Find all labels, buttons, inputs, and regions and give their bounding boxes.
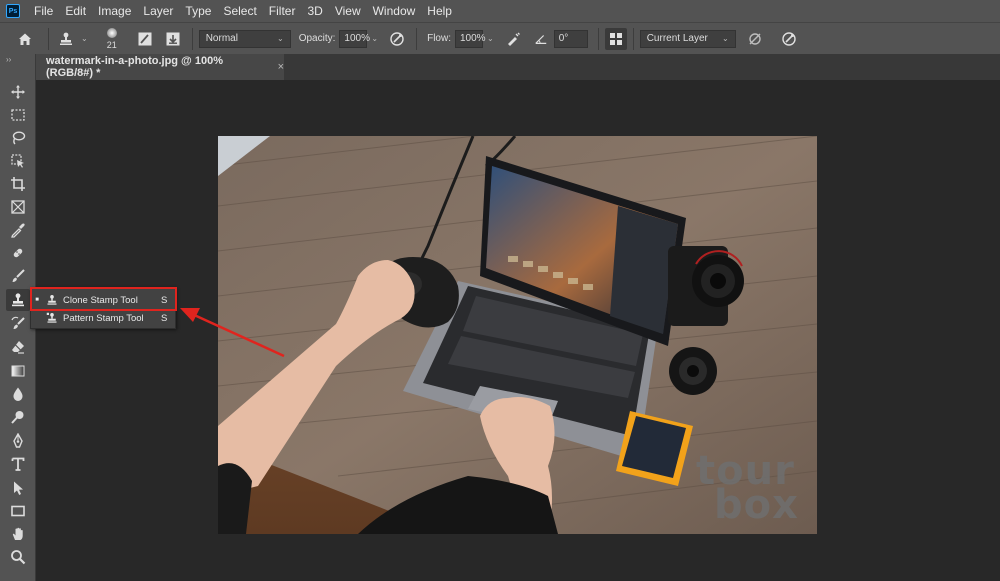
flyout-item-pattern-stamp[interactable]: Pattern Stamp Tool S (31, 309, 175, 327)
flyout-item-clone-stamp[interactable]: ■ Clone Stamp Tool S (31, 291, 175, 309)
close-icon[interactable]: × (278, 61, 284, 73)
menu-layer[interactable]: Layer (137, 0, 179, 22)
rectangle-tool-icon[interactable] (6, 500, 30, 522)
pen-tool-icon[interactable] (6, 430, 30, 452)
sample-dropdown[interactable]: Current Layer ⌄ (639, 29, 736, 48)
sample-value: Current Layer (646, 33, 708, 44)
menu-filter[interactable]: Filter (263, 0, 302, 22)
stamp-tool-flyout: ■ Clone Stamp Tool S Pattern Stamp Tool … (30, 287, 176, 329)
hand-tool-icon[interactable] (6, 523, 30, 545)
angle-icon (530, 28, 552, 50)
menu-3d[interactable]: 3D (301, 0, 328, 22)
object-selection-tool-icon[interactable] (6, 150, 30, 172)
separator (191, 27, 193, 50)
options-bar: ⌄ 21 Normal ⌄ Opacity: 100% ⌄ Flow: 100%… (0, 22, 1000, 54)
menu-file[interactable]: File (28, 0, 59, 22)
menu-bar: Ps File Edit Image Layer Type Select Fil… (0, 0, 1000, 22)
flyout-item-label: Pattern Stamp Tool (63, 312, 144, 324)
menu-view[interactable]: View (329, 0, 367, 22)
photoshop-logo-icon: Ps (6, 4, 20, 18)
document-tab-title: watermark-in-a-photo.jpg @ 100% (RGB/8#)… (46, 55, 223, 79)
blend-mode-value: Normal (205, 33, 238, 44)
separator (416, 27, 418, 50)
path-selection-tool-icon[interactable] (6, 477, 30, 499)
chevron-down-icon: ⌄ (277, 34, 284, 43)
eyedropper-tool-icon[interactable] (6, 219, 30, 241)
opacity-chevron-icon[interactable]: ⌄ (371, 34, 378, 43)
angle-input[interactable]: 0° (553, 29, 588, 48)
ignore-adjustment-layers-icon[interactable] (744, 28, 766, 50)
menu-image[interactable]: Image (92, 0, 137, 22)
watermark-text: tour box (696, 451, 799, 525)
document-canvas[interactable]: tour box (218, 136, 817, 534)
opacity-input[interactable]: 100% (339, 29, 370, 48)
pressure-opacity-icon[interactable] (386, 28, 408, 50)
shortcut-key: S (161, 312, 168, 324)
eraser-tool-icon[interactable] (6, 336, 30, 358)
chevron-down-icon[interactable]: ⌄ (81, 34, 88, 43)
brush-size-value: 21 (106, 39, 117, 50)
zoom-tool-icon[interactable] (6, 546, 30, 568)
lasso-tool-icon[interactable] (6, 127, 30, 149)
shortcut-key: S (161, 294, 168, 306)
separator (597, 27, 599, 50)
collapse-panel-icon[interactable]: ›› (0, 54, 35, 66)
chevron-down-icon: ⌄ (722, 34, 729, 43)
menu-help[interactable]: Help (421, 0, 458, 22)
home-icon[interactable] (14, 28, 36, 50)
menu-select[interactable]: Select (217, 0, 262, 22)
clone-stamp-tool-icon[interactable] (6, 289, 30, 311)
flow-input[interactable]: 100% (455, 29, 486, 48)
airbrush-icon[interactable] (502, 28, 524, 50)
pattern-stamp-icon (45, 311, 59, 325)
selected-bullet-icon: ■ (35, 297, 39, 303)
flow-label: Flow: (427, 33, 451, 44)
separator (632, 27, 634, 50)
dodge-tool-icon[interactable] (6, 406, 30, 428)
aligned-toggle-icon[interactable] (604, 27, 627, 50)
flyout-item-label: Clone Stamp Tool (63, 294, 138, 306)
type-tool-icon[interactable] (6, 453, 30, 475)
menu-type[interactable]: Type (179, 0, 217, 22)
clone-stamp-preset-icon[interactable] (55, 28, 77, 50)
clone-source-icon[interactable] (162, 28, 184, 50)
clone-stamp-icon (45, 293, 59, 307)
frame-tool-icon[interactable] (6, 196, 30, 218)
brush-settings-icon[interactable] (134, 28, 156, 50)
brush-tool-icon[interactable] (6, 265, 30, 287)
brush-size-picker[interactable]: 21 (98, 24, 126, 54)
document-tab[interactable]: watermark-in-a-photo.jpg @ 100% (RGB/8#)… (36, 54, 284, 80)
document-tab-bar: watermark-in-a-photo.jpg @ 100% (RGB/8#)… (36, 54, 1000, 80)
crop-tool-icon[interactable] (6, 173, 30, 195)
marquee-tool-icon[interactable] (6, 104, 30, 126)
healing-brush-tool-icon[interactable] (6, 242, 30, 264)
pressure-size-icon[interactable] (778, 28, 800, 50)
menu-window[interactable]: Window (367, 0, 422, 22)
brush-tip-icon (106, 27, 117, 38)
history-brush-tool-icon[interactable] (6, 313, 30, 335)
gradient-tool-icon[interactable] (6, 360, 30, 382)
flow-chevron-icon[interactable]: ⌄ (487, 34, 494, 43)
blend-mode-dropdown[interactable]: Normal ⌄ (198, 29, 291, 48)
opacity-label: Opacity: (298, 33, 336, 44)
separator (48, 27, 49, 50)
blur-tool-icon[interactable] (6, 383, 30, 405)
move-tool-icon[interactable] (6, 81, 30, 103)
menu-edit[interactable]: Edit (59, 0, 92, 22)
